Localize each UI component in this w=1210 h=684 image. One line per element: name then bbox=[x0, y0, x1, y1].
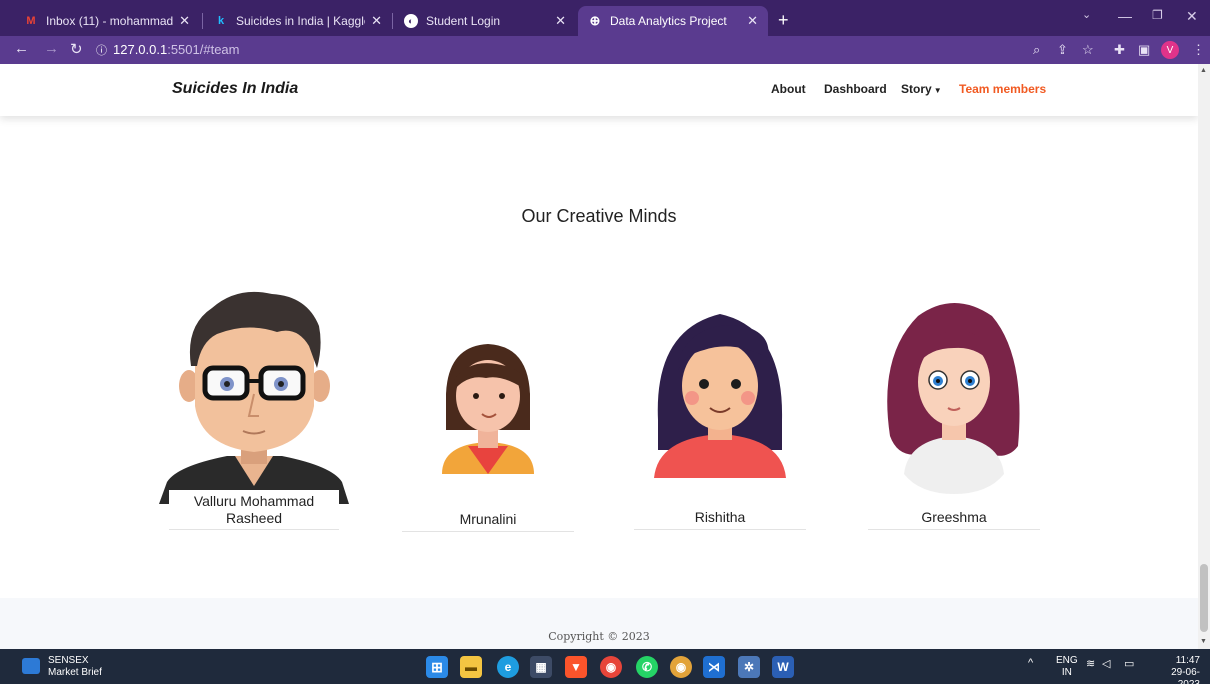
nav-link-about[interactable]: About bbox=[771, 82, 806, 96]
market-widget-icon[interactable] bbox=[22, 658, 40, 674]
avatar-girl-bob bbox=[442, 344, 534, 474]
scroll-down-icon[interactable]: ▼ bbox=[1200, 638, 1207, 645]
member-name: Mrunalini bbox=[402, 508, 574, 532]
vscode-icon[interactable]: ⋊ bbox=[703, 656, 725, 678]
new-tab-button[interactable]: + bbox=[778, 10, 789, 31]
chrome-icon[interactable]: ◉ bbox=[670, 656, 692, 678]
close-icon[interactable]: ✕ bbox=[179, 13, 190, 29]
whatsapp-icon[interactable]: ✆ bbox=[636, 656, 658, 678]
site-footer: Copyright © 2023 bbox=[0, 598, 1198, 649]
member-card: Mrunalini bbox=[402, 334, 574, 532]
scroll-up-icon[interactable]: ▲ bbox=[1200, 67, 1207, 74]
market-widget[interactable]: SENSEX Market Brief bbox=[48, 655, 102, 679]
tab-gmail[interactable]: M Inbox (11) - mohammad.rasheed ✕ bbox=[14, 6, 200, 36]
tab-student-login[interactable]: ◐ Student Login ✕ bbox=[394, 6, 576, 36]
member-card: Greeshma bbox=[868, 296, 1040, 530]
zoom-icon[interactable]: ⌕ bbox=[1033, 42, 1040, 58]
browser-toolbar: ← → ↻ ⓘ 127.0.0.1:5501/#team ⌕ ⇪ ☆ ✚ ▣ V … bbox=[0, 36, 1210, 64]
tab-title: Suicides in India | Kaggle bbox=[236, 14, 366, 28]
close-icon[interactable]: ✕ bbox=[747, 13, 758, 29]
file-explorer-icon[interactable]: ▬ bbox=[460, 656, 482, 678]
minimize-icon[interactable]: — bbox=[1118, 8, 1132, 24]
tab-title: Data Analytics Project bbox=[610, 14, 727, 28]
kaggle-icon: k bbox=[217, 15, 225, 27]
volume-icon[interactable]: ◁ bbox=[1102, 657, 1110, 670]
nav-link-story-label: Story bbox=[901, 82, 932, 96]
site-navbar: Suicides In India About Dashboard Story ▼… bbox=[0, 64, 1198, 116]
address-bar[interactable]: ⓘ 127.0.0.1:5501/#team bbox=[96, 42, 240, 58]
back-arrow-icon[interactable]: ← bbox=[14, 40, 29, 57]
forward-arrow-icon[interactable]: → bbox=[44, 40, 59, 57]
tab-data-analytics-project[interactable]: ⊕ Data Analytics Project ✕ bbox=[578, 6, 768, 36]
tab-separator bbox=[202, 13, 203, 29]
tray-overflow-icon[interactable]: ^ bbox=[1028, 657, 1033, 669]
language-code: ENG bbox=[1056, 655, 1078, 666]
battery-icon[interactable]: ▭ bbox=[1124, 657, 1134, 670]
clock-time: 11:47 bbox=[1175, 655, 1200, 666]
avatar-girl-long-hair bbox=[654, 314, 786, 478]
url-path: :5501/#team bbox=[167, 42, 240, 57]
wifi-icon[interactable]: ≋ bbox=[1086, 657, 1095, 670]
nav-link-team-members[interactable]: Team members bbox=[959, 82, 1046, 96]
member-name: Valluru Mohammad Rasheed bbox=[169, 490, 339, 530]
restore-icon[interactable]: ❐ bbox=[1152, 8, 1163, 22]
windows-start-icon[interactable]: ⊞ bbox=[426, 656, 448, 678]
caret-down-icon: ▼ bbox=[933, 86, 942, 95]
tab-search-icon[interactable]: ⌄ bbox=[1082, 8, 1091, 21]
avatar-woman-wavy-hair bbox=[887, 303, 1020, 494]
globe-icon: ⊕ bbox=[589, 13, 601, 28]
side-panel-icon[interactable]: ▣ bbox=[1138, 42, 1150, 58]
page-viewport: Suicides In India About Dashboard Story ▼… bbox=[0, 64, 1198, 649]
system-clock[interactable]: 11:47 29-06-2023 bbox=[1150, 655, 1200, 684]
profile-avatar[interactable]: V bbox=[1161, 41, 1179, 59]
globe-icon: ◐ bbox=[404, 14, 418, 28]
page-scrollbar[interactable]: ▲ ▼ bbox=[1198, 64, 1210, 649]
os-taskbar: SENSEX Market Brief ⊞ ▬ e ▦ ▼ ◉ ✆ ◉ ⋊ ✲ … bbox=[0, 649, 1210, 684]
share-icon[interactable]: ⇪ bbox=[1057, 42, 1068, 58]
nav-link-dashboard[interactable]: Dashboard bbox=[824, 82, 887, 96]
section-title: Our Creative Minds bbox=[521, 206, 677, 226]
word-icon[interactable]: W bbox=[772, 656, 794, 678]
snipping-tool-icon[interactable]: ✲ bbox=[738, 656, 760, 678]
scroll-thumb[interactable] bbox=[1200, 564, 1208, 632]
copyright-text: Copyright © 2023 bbox=[548, 630, 650, 643]
clock-date: 29-06-2023 bbox=[1171, 667, 1200, 684]
brave-icon[interactable]: ▼ bbox=[565, 656, 587, 678]
chrome-profile-icon[interactable]: ◉ bbox=[600, 656, 622, 678]
member-card: Valluru Mohammad Rasheed bbox=[157, 286, 352, 531]
tab-title: Student Login bbox=[426, 14, 501, 28]
extensions-icon[interactable]: ✚ bbox=[1114, 42, 1125, 58]
member-card: Rishitha bbox=[634, 310, 806, 530]
tab-title: Inbox (11) - mohammad.rasheed bbox=[46, 14, 174, 28]
site-brand[interactable]: Suicides In India bbox=[172, 80, 298, 98]
member-name: Greeshma bbox=[868, 506, 1040, 530]
nav-link-story[interactable]: Story ▼ bbox=[901, 82, 942, 96]
window-close-icon[interactable]: ✕ bbox=[1186, 8, 1198, 25]
language-indicator[interactable]: ENG IN bbox=[1056, 655, 1078, 679]
tab-separator bbox=[392, 13, 393, 29]
edge-icon[interactable]: e bbox=[497, 656, 519, 678]
gmail-icon: M bbox=[26, 15, 36, 27]
info-icon: ⓘ bbox=[96, 45, 107, 57]
menu-kebab-icon[interactable]: ⋮ bbox=[1192, 42, 1205, 58]
reload-icon[interactable]: ↻ bbox=[70, 40, 83, 58]
bookmark-star-icon[interactable]: ☆ bbox=[1082, 42, 1094, 58]
market-title: SENSEX bbox=[48, 655, 89, 666]
browser-tab-bar: M Inbox (11) - mohammad.rasheed ✕ k Suic… bbox=[0, 0, 1210, 36]
region-code: IN bbox=[1061, 667, 1072, 678]
close-icon[interactable]: ✕ bbox=[371, 13, 382, 29]
tab-kaggle[interactable]: k Suicides in India | Kaggle ✕ bbox=[204, 6, 392, 36]
close-icon[interactable]: ✕ bbox=[555, 13, 566, 29]
url-host: 127.0.0.1 bbox=[113, 42, 168, 57]
avatar-male-glasses bbox=[159, 291, 349, 504]
member-name: Rishitha bbox=[634, 506, 806, 530]
market-subtitle: Market Brief bbox=[48, 667, 102, 678]
store-icon[interactable]: ▦ bbox=[530, 656, 552, 678]
